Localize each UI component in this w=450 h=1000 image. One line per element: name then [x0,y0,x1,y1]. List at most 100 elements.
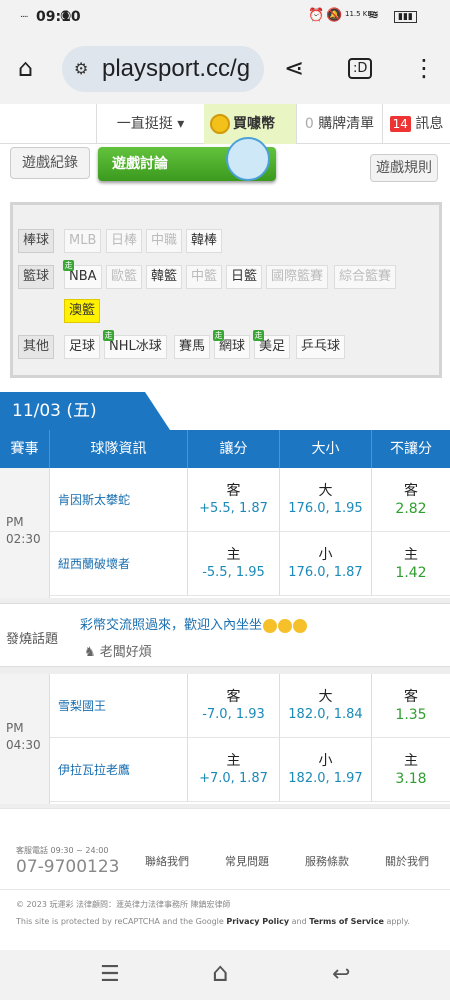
home-nav-icon[interactable]: ⌂ [212,958,229,988]
url-text[interactable]: playsport.cc/g [102,55,250,83]
live-badge: 走 [63,260,74,271]
total-under-cell[interactable]: 小 176.0, 1.87 [280,532,372,596]
team-away[interactable]: 雪梨國王 [50,674,188,738]
ml-away-cell[interactable]: 客 1.35 [372,674,450,738]
filter-label-basketball: 籃球 [18,265,55,289]
address-bar[interactable]: ⚙ playsport.cc/g [62,46,264,92]
site-top-nav: 一直挺挺 ▾ 買噱幣 0 購牌清單 14 訊息 [0,104,450,144]
header-event: 賽事 [0,430,50,468]
game-discussion-label: 遊戲討論 [112,156,168,172]
footer-link-faq[interactable]: 常見問題 [225,853,269,869]
terms-link[interactable]: Terms of Service [309,917,384,926]
filter-bleague[interactable]: 日籃 [226,265,263,289]
filter-row-basketball: 籃球 走 NBA 歐籃 韓籃 中籃 日籃 國際籃賽 綜合籃賽 [18,260,438,291]
hot-topic-author[interactable]: ♞ 老闆好煩 [84,641,152,660]
filter-tennis[interactable]: 走網球 [213,330,251,359]
odds-table-header: 賽事 球隊資訊 讓分 大小 不讓分 [0,430,450,468]
game-time: PM 04:30 [0,674,50,804]
game-time: PM 02:30 [0,468,50,598]
filter-kbl[interactable]: 韓籃 [146,265,183,289]
filter-row-basketball-2: 澳籃 [18,299,438,325]
site-settings-icon[interactable]: ⚙ [74,59,88,78]
filter-row-other: 其他 足球 走 NHL冰球 賽馬 走網球 走美足 乒乓球 [18,330,438,361]
game-row: PM 04:30 雪梨國王 伊拉瓦拉老鷹 客 -7.0, 1.93 大 182.0, … [0,674,450,804]
status-time: 09:10 [36,9,81,25]
game-rules-button[interactable]: 遊戲規則 [370,154,438,182]
live-badge: 走 [103,330,114,341]
header-moneyline: 不讓分 [390,441,432,457]
game-record-button[interactable]: 遊戲紀錄 [10,147,90,179]
team-home[interactable]: 紐西蘭破壞者 [50,532,188,596]
team-away[interactable]: 肯因斯太攀蛇 [50,468,188,532]
privacy-link[interactable]: Privacy Policy [226,917,289,926]
spread-away-cell[interactable]: 客 -7.0, 1.93 [188,674,280,738]
more-vert-icon[interactable]: ⋮ [412,56,436,80]
hot-topic: 發燒話題 彩幣交流照過來，歡迎入內坐坐 ♞ 老闆好煩 [0,603,450,667]
smiley-icon [263,618,278,633]
ml-away-cell[interactable]: 客 2.82 [372,468,450,532]
spread-home-cell[interactable]: 主 -5.5, 1.95 [188,532,280,596]
message-count-badge: 14 [389,116,411,132]
battery-icon: ▮▮▮ [394,11,417,23]
messages-link[interactable]: 14 訊息 [382,104,450,144]
footer-link-terms[interactable]: 服務條款 [305,853,349,869]
chat-icon: ◉ [60,8,72,23]
wifi-icon: ≋ [368,8,379,23]
cart-link[interactable]: 0 購牌清單 [296,104,382,144]
filter-npb[interactable]: 日棒 [106,229,143,253]
filter-mlb[interactable]: MLB [64,229,102,253]
user-icon: ♞ [84,645,100,660]
signal-icon: .... [20,10,29,20]
sport-filter: 棒球 MLB 日棒 中職 韓棒 籃球 走 NBA 歐籃 韓籃 中籃 日籃 國際籃賽… [10,202,442,378]
recaptcha-notice: This site is protected by reCAPTCHA and … [16,917,410,926]
game-row: PM 02:30 肯因斯太攀蛇 紐西蘭破壞者 客 +5.5, 1.87 大 176.0… [0,468,450,598]
site-footer: 客服電話 09:30 ~ 24:00 07-9700123 聯絡我們 常見問題 … [0,808,450,948]
recent-apps-icon[interactable]: ☰ [100,962,120,987]
phone-number[interactable]: 07-9700123 [16,857,119,877]
team-home[interactable]: 伊拉瓦拉老鷹 [50,738,188,802]
total-over-cell[interactable]: 大 182.0, 1.84 [280,674,372,738]
filter-label-other: 其他 [18,335,55,359]
footer-link-about[interactable]: 關於我們 [385,853,429,869]
filter-kbo[interactable]: 韓棒 [186,229,223,253]
filter-sbl[interactable]: 中籃 [186,265,223,289]
filter-mixed-bball[interactable]: 綜合籃賽 [334,265,397,289]
game-buttons: 遊戲紀錄 遊戲討論 遊戲規則 [0,137,450,192]
filter-cpbl[interactable]: 中職 [146,229,183,253]
filter-euro-bball[interactable]: 歐籃 [106,265,143,289]
ml-home-cell[interactable]: 主 3.18 [372,738,450,802]
filter-nba[interactable]: 走 NBA [63,260,102,289]
mascot-icon [226,137,270,181]
filter-nfl[interactable]: 走美足 [253,330,291,359]
game-discussion-button[interactable]: 遊戲討論 [98,137,276,181]
browser-toolbar: ⌂ ⚙ playsport.cc/g ⋖ :D ⋮ [0,36,450,104]
home-icon[interactable]: ⌂ [18,56,33,80]
share-icon[interactable]: ⋖ [284,56,304,80]
filter-nbl[interactable]: 澳籃 [64,299,101,323]
live-badge: 走 [253,330,264,341]
buy-coins-label: 買噱幣 [233,116,275,132]
system-nav-bar: ☰ ⌂ ↩ [0,950,450,1000]
date-tab[interactable]: 11/03 (五) [0,392,170,430]
filter-table-tennis[interactable]: 乒乓球 [296,335,346,359]
footer-divider [0,889,450,890]
mute-icon: 🔕 [326,8,343,23]
alarm-icon: ⏰ [308,8,325,23]
total-under-cell[interactable]: 小 182.0, 1.97 [280,738,372,802]
hot-topic-link[interactable]: 彩幣交流照過來，歡迎入內坐坐 [80,614,308,633]
filter-soccer[interactable]: 足球 [64,335,101,359]
phone-label: 客服電話 09:30 ~ 24:00 [16,846,109,855]
filter-horse-racing[interactable]: 賽馬 [174,335,211,359]
ml-home-cell[interactable]: 主 1.42 [372,532,450,596]
tab-switcher-button[interactable]: :D [348,58,373,79]
back-icon[interactable]: ↩ [332,962,350,987]
hot-topic-label: 發燒話題 [6,632,59,647]
total-over-cell[interactable]: 大 176.0, 1.95 [280,468,372,532]
status-bar: .... 09:10 ◉ ⏰ 🔕 11.5 KB/s ≋ ▮▮▮ [0,0,450,36]
footer-link-contact[interactable]: 聯絡我們 [145,853,189,869]
user-dropdown[interactable]: 一直挺挺 ▾ [96,104,204,144]
spread-home-cell[interactable]: 主 +7.0, 1.87 [188,738,280,802]
spread-away-cell[interactable]: 客 +5.5, 1.87 [188,468,280,532]
filter-intl-bball[interactable]: 國際籃賽 [266,265,329,289]
filter-nhl[interactable]: 走 NHL冰球 [103,330,167,359]
